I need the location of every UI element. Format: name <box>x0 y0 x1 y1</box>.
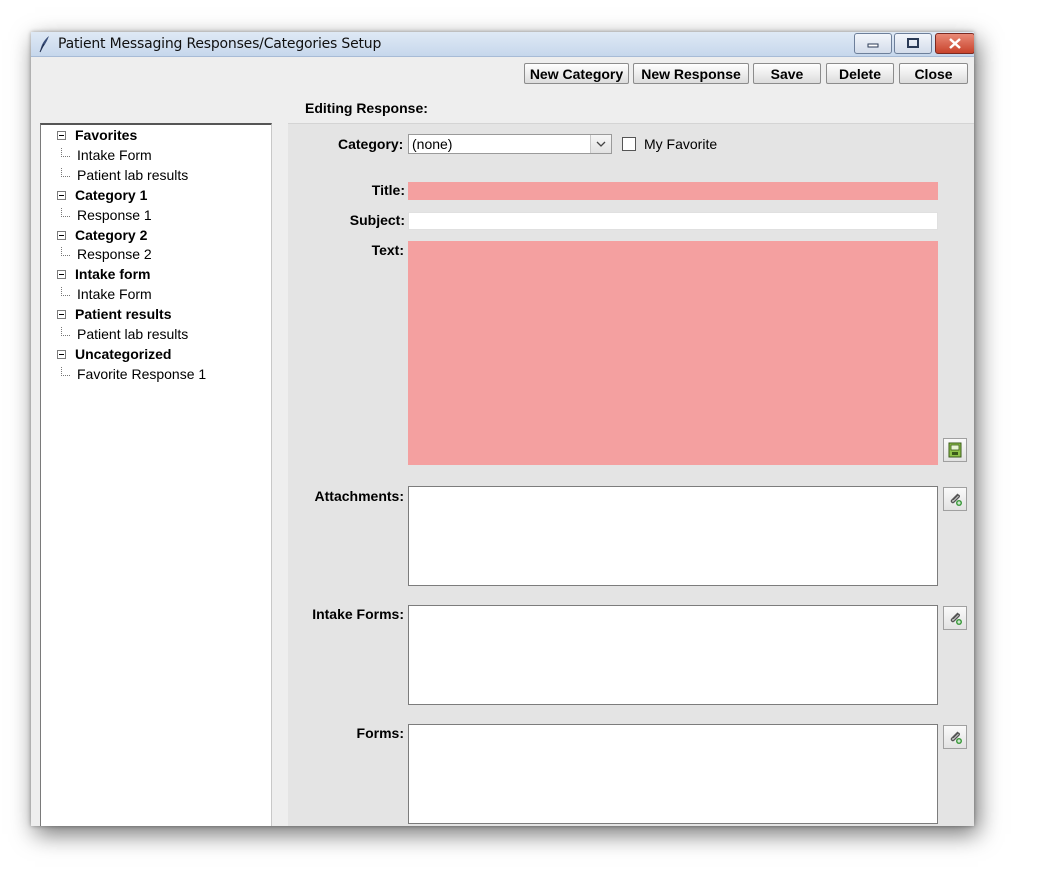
paperclip-add-icon <box>950 731 962 744</box>
minimize-button[interactable] <box>854 33 892 54</box>
tree-category[interactable]: Uncategorized <box>75 346 171 366</box>
collapse-toggle-icon[interactable] <box>57 131 66 140</box>
title-label: Title: <box>371 182 405 198</box>
tree-response-item[interactable]: Patient lab results <box>77 167 188 187</box>
tree-connector <box>61 327 70 336</box>
response-editor: Category: (none) My Favorite Title: Subj… <box>288 123 974 826</box>
category-tree[interactable]: Favorites Intake Form Patient lab results C… <box>40 123 272 826</box>
collapse-toggle-icon[interactable] <box>57 270 66 280</box>
collapse-toggle-icon[interactable] <box>57 310 66 320</box>
collapse-toggle-icon[interactable] <box>57 190 66 200</box>
editing-response-heading: Editing Response: <box>305 100 428 116</box>
title-input[interactable] <box>408 182 938 200</box>
collapse-toggle-icon[interactable] <box>57 230 66 240</box>
text-area[interactable] <box>408 241 938 465</box>
tree-response-item[interactable]: Response 1 <box>77 207 152 227</box>
subject-input[interactable] <box>408 212 938 230</box>
insert-template-button[interactable] <box>943 438 967 462</box>
tree-connector <box>61 287 70 297</box>
maximize-button[interactable] <box>894 33 932 54</box>
my-favorite-checkbox[interactable] <box>622 137 636 151</box>
attachments-list[interactable] <box>408 486 938 586</box>
text-label: Text: <box>371 242 404 258</box>
add-attachment-button[interactable] <box>943 487 967 511</box>
tree-category[interactable]: Patient results <box>75 306 171 326</box>
main-window: Patient Messaging Responses/Categories S… <box>31 32 974 826</box>
add-form-button[interactable] <box>943 725 967 749</box>
tree-connector <box>61 247 70 257</box>
tree-connector <box>61 207 70 217</box>
restore-icon <box>907 38 919 48</box>
tree-category[interactable]: Favorites <box>75 127 137 147</box>
save-button[interactable]: Save <box>753 63 821 84</box>
tree-category[interactable]: Category 1 <box>75 187 147 207</box>
tree-response-item[interactable]: Intake Form <box>77 286 152 306</box>
attachments-label: Attachments: <box>314 488 404 504</box>
tree-category[interactable]: Intake form <box>75 266 150 286</box>
category-label: Category: <box>338 136 404 152</box>
splitter[interactable] <box>272 123 288 826</box>
close-button[interactable]: Close <box>899 63 968 84</box>
intake-forms-label: Intake Forms: <box>312 606 404 622</box>
collapse-toggle-icon[interactable] <box>57 349 66 359</box>
tree-response-item[interactable]: Favorite Response 1 <box>77 366 206 386</box>
add-intake-form-button[interactable] <box>943 606 967 630</box>
intake-forms-list[interactable] <box>408 605 938 705</box>
paperclip-add-icon <box>950 493 962 506</box>
close-icon <box>949 38 961 49</box>
close-window-button[interactable] <box>935 33 974 54</box>
tree-response-item[interactable]: Response 2 <box>77 246 152 266</box>
feather-icon <box>39 36 49 53</box>
chevron-down-icon[interactable] <box>590 135 611 153</box>
paperclip-add-icon <box>950 612 962 625</box>
category-select-value: (none) <box>412 136 453 152</box>
insert-template-icon <box>948 442 962 458</box>
tree-connector <box>61 366 70 376</box>
forms-list[interactable] <box>408 724 938 824</box>
tree-response-item[interactable]: Intake Form <box>77 147 152 167</box>
tree-category[interactable]: Category 2 <box>75 227 147 247</box>
new-response-button[interactable]: New Response <box>633 63 749 84</box>
title-bar[interactable]: Patient Messaging Responses/Categories S… <box>31 32 974 57</box>
tree-response-item[interactable]: Patient lab results <box>77 326 188 346</box>
window-title: Patient Messaging Responses/Categories S… <box>58 36 382 52</box>
tree-connector <box>61 167 70 177</box>
forms-label: Forms: <box>356 725 404 741</box>
tree-connector <box>61 147 70 157</box>
category-select[interactable]: (none) <box>408 134 612 154</box>
delete-button[interactable]: Delete <box>826 63 894 84</box>
new-category-button[interactable]: New Category <box>524 63 629 84</box>
my-favorite-label: My Favorite <box>644 136 718 152</box>
subject-label: Subject: <box>349 212 405 228</box>
minimize-icon <box>867 43 879 48</box>
